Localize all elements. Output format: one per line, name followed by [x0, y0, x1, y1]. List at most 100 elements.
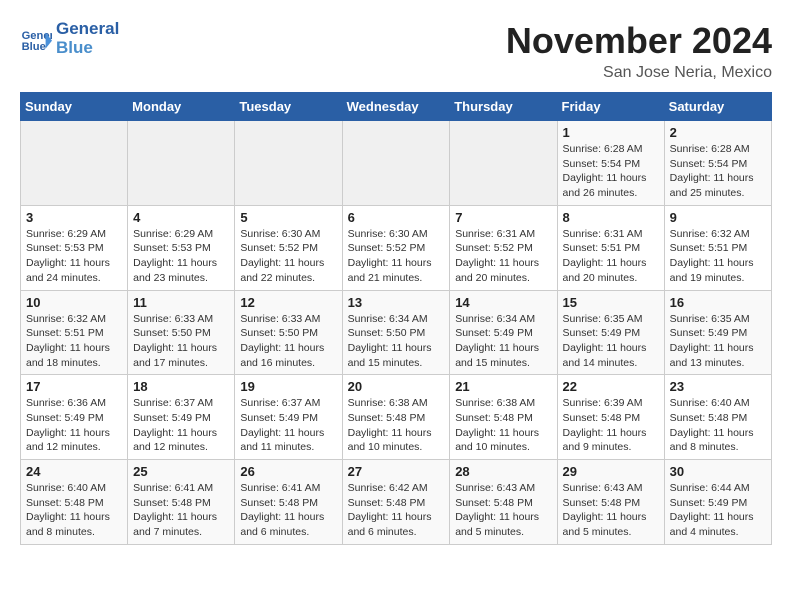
calendar-cell: 16 Sunrise: 6:35 AM Sunset: 5:49 PM Dayli… — [664, 290, 771, 375]
weekday-header-friday: Friday — [557, 93, 664, 121]
day-info: Sunrise: 6:30 AM Sunset: 5:52 PM Dayligh… — [240, 227, 336, 286]
day-info: Sunrise: 6:35 AM Sunset: 5:49 PM Dayligh… — [563, 312, 659, 371]
day-number: 26 — [240, 464, 336, 479]
day-info: Sunrise: 6:37 AM Sunset: 5:49 PM Dayligh… — [240, 396, 336, 455]
weekday-header-wednesday: Wednesday — [342, 93, 450, 121]
day-info: Sunrise: 6:31 AM Sunset: 5:52 PM Dayligh… — [455, 227, 551, 286]
calendar-cell: 29 Sunrise: 6:43 AM Sunset: 5:48 PM Dayli… — [557, 460, 664, 545]
calendar-cell: 19 Sunrise: 6:37 AM Sunset: 5:49 PM Dayli… — [235, 375, 342, 460]
day-info: Sunrise: 6:40 AM Sunset: 5:48 PM Dayligh… — [670, 396, 766, 455]
day-number: 21 — [455, 379, 551, 394]
calendar-table: SundayMondayTuesdayWednesdayThursdayFrid… — [20, 92, 772, 545]
day-number: 6 — [348, 210, 445, 225]
day-number: 16 — [670, 295, 766, 310]
weekday-header-tuesday: Tuesday — [235, 93, 342, 121]
day-info: Sunrise: 6:28 AM Sunset: 5:54 PM Dayligh… — [670, 142, 766, 201]
calendar-cell: 6 Sunrise: 6:30 AM Sunset: 5:52 PM Daylig… — [342, 205, 450, 290]
calendar-cell: 11 Sunrise: 6:33 AM Sunset: 5:50 PM Dayli… — [128, 290, 235, 375]
day-number: 17 — [26, 379, 122, 394]
calendar-cell: 12 Sunrise: 6:33 AM Sunset: 5:50 PM Dayli… — [235, 290, 342, 375]
calendar-week-3: 10 Sunrise: 6:32 AM Sunset: 5:51 PM Dayli… — [21, 290, 772, 375]
day-info: Sunrise: 6:37 AM Sunset: 5:49 PM Dayligh… — [133, 396, 229, 455]
day-number: 2 — [670, 125, 766, 140]
weekday-header-sunday: Sunday — [21, 93, 128, 121]
calendar-cell: 25 Sunrise: 6:41 AM Sunset: 5:48 PM Dayli… — [128, 460, 235, 545]
day-number: 25 — [133, 464, 229, 479]
day-number: 12 — [240, 295, 336, 310]
day-info: Sunrise: 6:33 AM Sunset: 5:50 PM Dayligh… — [240, 312, 336, 371]
weekday-header-monday: Monday — [128, 93, 235, 121]
calendar-cell: 28 Sunrise: 6:43 AM Sunset: 5:48 PM Dayli… — [450, 460, 557, 545]
calendar-cell: 23Sunrise: 6:40 AM Sunset: 5:48 PM Dayli… — [664, 375, 771, 460]
logo-text-block: General Blue — [56, 20, 119, 57]
calendar-cell: 4Sunrise: 6:29 AM Sunset: 5:53 PM Daylig… — [128, 205, 235, 290]
day-number: 10 — [26, 295, 122, 310]
calendar-cell: 22 Sunrise: 6:39 AM Sunset: 5:48 PM Dayli… — [557, 375, 664, 460]
day-number: 22 — [563, 379, 659, 394]
day-number: 5 — [240, 210, 336, 225]
day-number: 14 — [455, 295, 551, 310]
weekday-header-thursday: Thursday — [450, 93, 557, 121]
calendar-cell: 17 Sunrise: 6:36 AM Sunset: 5:49 PM Dayli… — [21, 375, 128, 460]
calendar-cell: 9Sunrise: 6:32 AM Sunset: 5:51 PM Daylig… — [664, 205, 771, 290]
day-number: 9 — [670, 210, 766, 225]
calendar-cell — [128, 121, 235, 206]
weekday-header-row: SundayMondayTuesdayWednesdayThursdayFrid… — [21, 93, 772, 121]
calendar-cell: 3Sunrise: 6:29 AM Sunset: 5:53 PM Daylig… — [21, 205, 128, 290]
calendar-cell — [235, 121, 342, 206]
day-info: Sunrise: 6:30 AM Sunset: 5:52 PM Dayligh… — [348, 227, 445, 286]
calendar-cell: 13 Sunrise: 6:34 AM Sunset: 5:50 PM Dayli… — [342, 290, 450, 375]
calendar-cell: 18 Sunrise: 6:37 AM Sunset: 5:49 PM Dayli… — [128, 375, 235, 460]
calendar-cell: 21 Sunrise: 6:38 AM Sunset: 5:48 PM Dayli… — [450, 375, 557, 460]
day-info: Sunrise: 6:43 AM Sunset: 5:48 PM Dayligh… — [455, 481, 551, 540]
day-info: Sunrise: 6:32 AM Sunset: 5:51 PM Dayligh… — [26, 312, 122, 371]
day-number: 3 — [26, 210, 122, 225]
calendar-cell: 1 Sunrise: 6:28 AM Sunset: 5:54 PM Daylig… — [557, 121, 664, 206]
calendar-week-1: 1 Sunrise: 6:28 AM Sunset: 5:54 PM Daylig… — [21, 121, 772, 206]
day-info: Sunrise: 6:33 AM Sunset: 5:50 PM Dayligh… — [133, 312, 229, 371]
calendar-cell — [21, 121, 128, 206]
day-number: 18 — [133, 379, 229, 394]
logo: General Blue General Blue — [20, 20, 119, 57]
calendar-body: 1 Sunrise: 6:28 AM Sunset: 5:54 PM Daylig… — [21, 121, 772, 545]
calendar-cell: 5 Sunrise: 6:30 AM Sunset: 5:52 PM Daylig… — [235, 205, 342, 290]
location: San Jose Neria, Mexico — [506, 64, 772, 82]
day-number: 11 — [133, 295, 229, 310]
day-info: Sunrise: 6:41 AM Sunset: 5:48 PM Dayligh… — [240, 481, 336, 540]
day-number: 29 — [563, 464, 659, 479]
month-title: November 2024 — [506, 20, 772, 62]
calendar-cell — [342, 121, 450, 206]
calendar-cell: 2 Sunrise: 6:28 AM Sunset: 5:54 PM Daylig… — [664, 121, 771, 206]
day-number: 1 — [563, 125, 659, 140]
day-info: Sunrise: 6:36 AM Sunset: 5:49 PM Dayligh… — [26, 396, 122, 455]
day-info: Sunrise: 6:44 AM Sunset: 5:49 PM Dayligh… — [670, 481, 766, 540]
calendar-week-4: 17 Sunrise: 6:36 AM Sunset: 5:49 PM Dayli… — [21, 375, 772, 460]
calendar-cell — [450, 121, 557, 206]
svg-text:Blue: Blue — [22, 41, 46, 53]
day-number: 30 — [670, 464, 766, 479]
calendar-cell: 30 Sunrise: 6:44 AM Sunset: 5:49 PM Dayli… — [664, 460, 771, 545]
day-number: 28 — [455, 464, 551, 479]
day-info: Sunrise: 6:41 AM Sunset: 5:48 PM Dayligh… — [133, 481, 229, 540]
day-info: Sunrise: 6:42 AM Sunset: 5:48 PM Dayligh… — [348, 481, 445, 540]
day-info: Sunrise: 6:34 AM Sunset: 5:49 PM Dayligh… — [455, 312, 551, 371]
day-info: Sunrise: 6:40 AM Sunset: 5:48 PM Dayligh… — [26, 481, 122, 540]
day-number: 27 — [348, 464, 445, 479]
day-number: 4 — [133, 210, 229, 225]
calendar-cell: 10 Sunrise: 6:32 AM Sunset: 5:51 PM Dayli… — [21, 290, 128, 375]
calendar-cell: 8Sunrise: 6:31 AM Sunset: 5:51 PM Daylig… — [557, 205, 664, 290]
day-number: 13 — [348, 295, 445, 310]
day-number: 20 — [348, 379, 445, 394]
day-number: 8 — [563, 210, 659, 225]
day-info: Sunrise: 6:28 AM Sunset: 5:54 PM Dayligh… — [563, 142, 659, 201]
day-info: Sunrise: 6:38 AM Sunset: 5:48 PM Dayligh… — [455, 396, 551, 455]
day-info: Sunrise: 6:39 AM Sunset: 5:48 PM Dayligh… — [563, 396, 659, 455]
logo-general: General — [56, 20, 119, 39]
calendar-week-5: 24 Sunrise: 6:40 AM Sunset: 5:48 PM Dayli… — [21, 460, 772, 545]
calendar-cell: 14 Sunrise: 6:34 AM Sunset: 5:49 PM Dayli… — [450, 290, 557, 375]
day-number: 19 — [240, 379, 336, 394]
day-info: Sunrise: 6:34 AM Sunset: 5:50 PM Dayligh… — [348, 312, 445, 371]
day-number: 24 — [26, 464, 122, 479]
day-info: Sunrise: 6:43 AM Sunset: 5:48 PM Dayligh… — [563, 481, 659, 540]
day-info: Sunrise: 6:35 AM Sunset: 5:49 PM Dayligh… — [670, 312, 766, 371]
